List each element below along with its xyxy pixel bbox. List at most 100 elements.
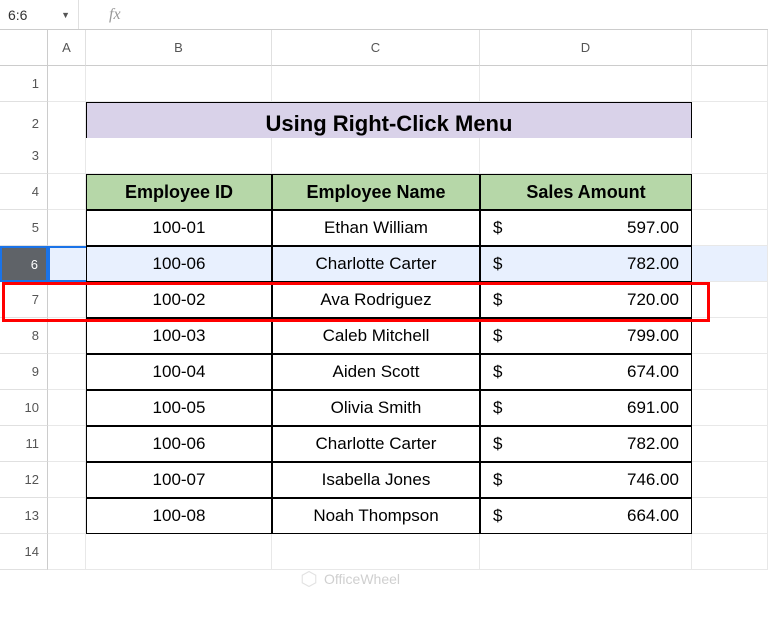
cell-c3[interactable] [272,138,480,174]
cell-b8[interactable]: 100-03 [86,318,272,354]
cell-e3[interactable] [692,138,768,174]
cell-e11[interactable] [692,426,768,462]
cell-b1[interactable] [86,66,272,102]
select-all-corner[interactable] [0,30,48,66]
row-header-1[interactable]: 1 [0,66,48,102]
chevron-down-icon[interactable]: ▼ [61,10,70,20]
cell-d11[interactable]: $782.00 [480,426,692,462]
cell-a7[interactable] [48,282,86,318]
cell-a9[interactable] [48,354,86,390]
cell-b9[interactable]: 100-04 [86,354,272,390]
cell-d3[interactable] [480,138,692,174]
currency-symbol: $ [493,218,502,238]
row-header-11[interactable]: 11 [0,426,48,462]
cell-c10[interactable]: Olivia Smith [272,390,480,426]
cell-a12[interactable] [48,462,86,498]
cell-d12[interactable]: $746.00 [480,462,692,498]
cell-a3[interactable] [48,138,86,174]
cell-a11[interactable] [48,426,86,462]
cell-c1[interactable] [272,66,480,102]
cell-c12[interactable]: Isabella Jones [272,462,480,498]
cell-e1[interactable] [692,66,768,102]
cell-d8[interactable]: $799.00 [480,318,692,354]
cell-a1[interactable] [48,66,86,102]
cell-b6[interactable]: 100-06 [86,246,272,282]
col-header-a[interactable]: A [48,30,86,66]
currency-symbol: $ [493,398,502,418]
row-header-13[interactable]: 13 [0,498,48,534]
col-header-d[interactable]: D [480,30,692,66]
cell-b11[interactable]: 100-06 [86,426,272,462]
cell-c8[interactable]: Caleb Mitchell [272,318,480,354]
cell-c13[interactable]: Noah Thompson [272,498,480,534]
cell-b10[interactable]: 100-05 [86,390,272,426]
cell-d13[interactable]: $664.00 [480,498,692,534]
amount-value: 746.00 [627,470,679,490]
cell-d6[interactable]: $782.00 [480,246,692,282]
amount-value: 597.00 [627,218,679,238]
cell-a14[interactable] [48,534,86,570]
row-header-14[interactable]: 14 [0,534,48,570]
cell-a4[interactable] [48,174,86,210]
row-header-3[interactable]: 3 [0,138,48,174]
amount-value: 691.00 [627,398,679,418]
currency-symbol: $ [493,506,502,526]
cell-c5[interactable]: Ethan William [272,210,480,246]
cell-e5[interactable] [692,210,768,246]
cell-e6[interactable] [692,246,768,282]
formula-input[interactable] [158,0,768,29]
row-header-5[interactable]: 5 [0,210,48,246]
col-header-b[interactable]: B [86,30,272,66]
header-employee-id[interactable]: Employee ID [86,174,272,210]
cell-c7[interactable]: Ava Rodriguez [272,282,480,318]
amount-value: 674.00 [627,362,679,382]
row-header-8[interactable]: 8 [0,318,48,354]
cell-e9[interactable] [692,354,768,390]
cell-c11[interactable]: Charlotte Carter [272,426,480,462]
row-header-10[interactable]: 10 [0,390,48,426]
cell-b14[interactable] [86,534,272,570]
cell-e10[interactable] [692,390,768,426]
cell-c6[interactable]: Charlotte Carter [272,246,480,282]
row-header-6[interactable]: 6 [0,246,48,282]
col-header-blank[interactable] [692,30,768,66]
cell-b13[interactable]: 100-08 [86,498,272,534]
cell-b7[interactable]: 100-02 [86,282,272,318]
name-box[interactable]: 6:6 ▼ [0,0,78,29]
cell-d1[interactable] [480,66,692,102]
amount-value: 664.00 [627,506,679,526]
cell-e13[interactable] [692,498,768,534]
row-header-9[interactable]: 9 [0,354,48,390]
fx-icon: fx [78,0,158,29]
cell-b3[interactable] [86,138,272,174]
amount-value: 782.00 [627,254,679,274]
cell-b5[interactable]: 100-01 [86,210,272,246]
cell-e8[interactable] [692,318,768,354]
cell-e4[interactable] [692,174,768,210]
row-header-4[interactable]: 4 [0,174,48,210]
cell-a5[interactable] [48,210,86,246]
cell-d5[interactable]: $597.00 [480,210,692,246]
cell-b12[interactable]: 100-07 [86,462,272,498]
header-sales-amount[interactable]: Sales Amount [480,174,692,210]
cell-d10[interactable]: $691.00 [480,390,692,426]
cell-e7[interactable] [692,282,768,318]
col-header-c[interactable]: C [272,30,480,66]
cell-a6[interactable] [48,246,86,282]
header-employee-name[interactable]: Employee Name [272,174,480,210]
row-header-12[interactable]: 12 [0,462,48,498]
cell-a8[interactable] [48,318,86,354]
cell-d9[interactable]: $674.00 [480,354,692,390]
amount-value: 720.00 [627,290,679,310]
cell-d7[interactable]: $720.00 [480,282,692,318]
row-header-7[interactable]: 7 [0,282,48,318]
cell-c9[interactable]: Aiden Scott [272,354,480,390]
cell-e12[interactable] [692,462,768,498]
cell-d14[interactable] [480,534,692,570]
cell-e14[interactable] [692,534,768,570]
cell-a10[interactable] [48,390,86,426]
spreadsheet-grid[interactable]: A B C D 1 2 Using Right-Click Menu 3 4 E… [0,30,768,570]
cell-a13[interactable] [48,498,86,534]
name-box-value: 6:6 [8,7,27,23]
cell-c14[interactable] [272,534,480,570]
